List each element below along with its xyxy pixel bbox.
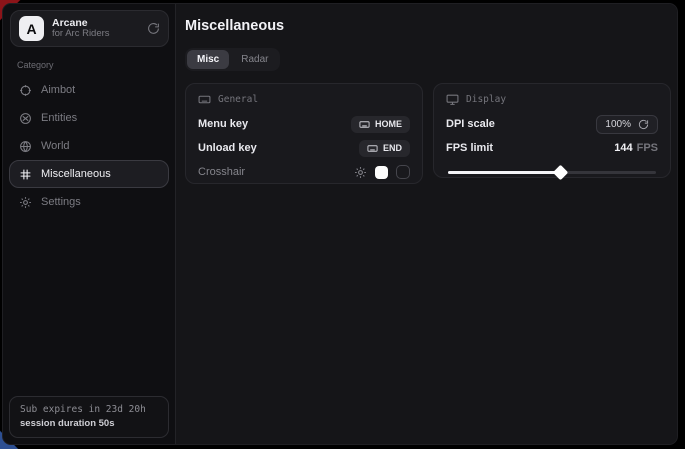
crosshair-color-swatch[interactable] (375, 166, 388, 179)
dpi-scale-select[interactable]: 100% (596, 115, 658, 134)
general-card-title: General (218, 94, 258, 105)
crosshair-settings-gear-icon[interactable] (354, 166, 367, 179)
cycle-icon (638, 119, 649, 130)
page-title: Miscellaneous (185, 18, 284, 34)
crosshair-row: Crosshair (198, 160, 410, 184)
brand-logo: A (19, 16, 44, 41)
general-card: General Menu key HOME Unload key (185, 83, 423, 184)
unload-key-label: Unload key (198, 142, 257, 154)
monitor-icon (446, 93, 459, 106)
entities-icon (19, 112, 32, 125)
brand-text: Arcane for Arc Riders (52, 17, 139, 40)
display-card: Display DPI scale 100% FPS limit (433, 83, 671, 178)
subscription-info-card: Sub expires in 23d 20h session duration … (9, 396, 169, 438)
slider-handle[interactable] (553, 165, 569, 181)
fps-limit-value: 144FPS (614, 142, 658, 154)
sidebar-item-aimbot[interactable]: Aimbot (9, 76, 169, 104)
crosshair-icon (19, 84, 32, 97)
gear-icon (19, 196, 32, 209)
fps-limit-row: FPS limit 144FPS (446, 136, 658, 160)
display-card-title: Display (466, 94, 506, 105)
globe-icon (19, 140, 32, 153)
general-card-header: General (198, 93, 410, 106)
refresh-icon[interactable] (147, 22, 160, 35)
sidebar-item-label: Miscellaneous (41, 168, 111, 180)
screen: A Arcane for Arc Riders Category (0, 0, 685, 449)
sidebar-nav: Aimbot Entities (3, 76, 175, 216)
sidebar-item-entities[interactable]: Entities (9, 104, 169, 132)
sidebar-item-miscellaneous[interactable]: Miscellaneous (9, 160, 169, 188)
tab-radar[interactable]: Radar (231, 50, 278, 69)
sidebar: A Arcane for Arc Riders Category (3, 4, 176, 444)
tab-misc[interactable]: Misc (187, 50, 229, 69)
fps-unit: FPS (637, 142, 658, 154)
crosshair-enabled-checkbox[interactable] (396, 165, 410, 179)
sub-expiry-text: Sub expires in 23d 20h (20, 404, 158, 415)
sidebar-item-settings[interactable]: Settings (9, 188, 169, 216)
sidebar-item-label: World (41, 140, 70, 152)
fps-limit-label: FPS limit (446, 142, 493, 154)
brand-card[interactable]: A Arcane for Arc Riders (10, 10, 169, 47)
unload-key-value: END (383, 143, 402, 153)
tab-bar: Misc Radar (185, 48, 280, 71)
fps-limit-slider[interactable] (446, 166, 658, 178)
sidebar-item-world[interactable]: World (9, 132, 169, 160)
sidebar-item-label: Entities (41, 112, 77, 124)
menu-key-button[interactable]: HOME (351, 116, 410, 133)
dpi-scale-label: DPI scale (446, 118, 495, 130)
slider-fill (448, 171, 562, 174)
crosshair-controls (354, 165, 410, 179)
sidebar-item-label: Settings (41, 196, 81, 208)
category-label: Category (17, 60, 54, 70)
dpi-scale-row: DPI scale 100% (446, 112, 658, 136)
menu-key-label: Menu key (198, 118, 248, 130)
menu-key-value: HOME (375, 119, 402, 129)
menu-key-row: Menu key HOME (198, 112, 410, 136)
display-card-header: Display (446, 93, 658, 106)
app-window: A Arcane for Arc Riders Category (2, 3, 678, 445)
sidebar-item-label: Aimbot (41, 84, 75, 96)
crosshair-label: Crosshair (198, 166, 245, 178)
main-content: Miscellaneous Misc Radar General Menu ke… (176, 4, 677, 444)
grid-icon (19, 168, 32, 181)
session-duration-text: session duration 50s (20, 418, 158, 429)
dpi-scale-value: 100% (605, 119, 631, 130)
brand-subtitle: for Arc Riders (52, 29, 139, 40)
unload-key-button[interactable]: END (359, 140, 410, 157)
keyboard-icon (198, 93, 211, 106)
unload-key-row: Unload key END (198, 136, 410, 160)
